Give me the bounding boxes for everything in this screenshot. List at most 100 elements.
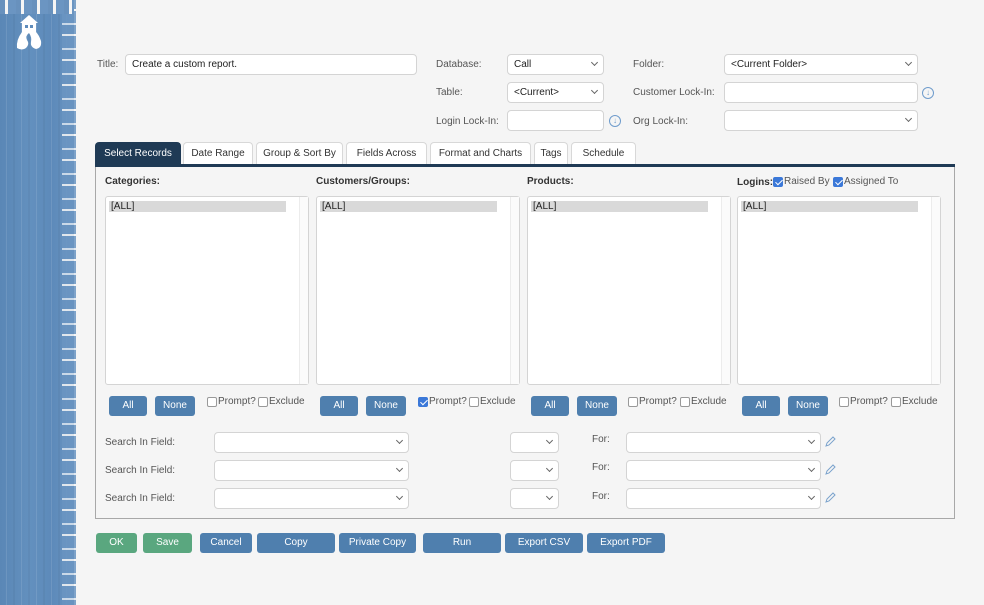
- categories-heading: Categories:: [105, 176, 161, 187]
- chevron-down-icon: [590, 58, 599, 67]
- tab-tags[interactable]: Tags: [534, 142, 568, 165]
- chevron-down-icon: [395, 492, 404, 501]
- logins-prompt-checkbox[interactable]: Prompt?: [839, 396, 888, 407]
- title-input[interactable]: Create a custom report.: [125, 54, 417, 75]
- pencil-icon[interactable]: [824, 492, 836, 504]
- scrollbar[interactable]: [931, 197, 940, 384]
- chevron-down-icon: [545, 464, 554, 473]
- prompt-label: Prompt?: [429, 396, 467, 407]
- checkbox-icon: [258, 396, 268, 407]
- chevron-down-icon: [545, 436, 554, 445]
- for-label: For:: [592, 434, 610, 445]
- pencil-icon[interactable]: [824, 464, 836, 476]
- tab-select-records[interactable]: Select Records: [95, 142, 181, 165]
- raised-by-label: Raised By: [784, 176, 830, 187]
- categories-prompt-checkbox[interactable]: Prompt?: [207, 396, 256, 407]
- checkbox-checked-icon: [773, 176, 783, 187]
- tab-schedule[interactable]: Schedule: [571, 142, 636, 165]
- categories-none-button[interactable]: None: [155, 396, 195, 416]
- login-lockin-label: Login Lock-In:: [436, 116, 499, 127]
- assigned-to-checkbox[interactable]: Assigned To: [833, 176, 898, 187]
- exclude-label: Exclude: [902, 396, 938, 407]
- products-listbox[interactable]: [ALL]: [527, 196, 731, 385]
- categories-listbox[interactable]: [ALL]: [105, 196, 309, 385]
- logins-exclude-checkbox[interactable]: Exclude: [891, 396, 938, 407]
- search-field-select[interactable]: [214, 460, 409, 481]
- tab-fields-across[interactable]: Fields Across: [346, 142, 427, 165]
- ok-button[interactable]: OK: [96, 533, 137, 553]
- customers-prompt-checkbox[interactable]: Prompt?: [418, 396, 467, 407]
- tab-group-sort-by[interactable]: Group & Sort By: [256, 142, 343, 165]
- download-circle-icon[interactable]: ↓: [609, 115, 621, 127]
- operator-select[interactable]: [510, 432, 559, 453]
- products-prompt-checkbox[interactable]: Prompt?: [628, 396, 677, 407]
- tab-date-range[interactable]: Date Range: [183, 142, 253, 165]
- run-button[interactable]: Run: [423, 533, 501, 553]
- checkbox-icon: [680, 396, 690, 407]
- operator-select[interactable]: [510, 460, 559, 481]
- save-button[interactable]: Save: [143, 533, 192, 553]
- copy-button[interactable]: Copy: [257, 533, 335, 553]
- export-csv-button[interactable]: Export CSV: [505, 533, 583, 553]
- cancel-button[interactable]: Cancel: [200, 533, 252, 553]
- customers-groups-listbox[interactable]: [ALL]: [316, 196, 520, 385]
- export-pdf-button[interactable]: Export PDF: [587, 533, 665, 553]
- chevron-down-icon: [395, 436, 404, 445]
- logins-all-button[interactable]: All: [742, 396, 780, 416]
- customers-none-button[interactable]: None: [366, 396, 406, 416]
- download-circle-icon[interactable]: ↓: [922, 87, 934, 99]
- database-select[interactable]: Call: [507, 54, 604, 75]
- chevron-down-icon: [807, 464, 816, 473]
- chevron-down-icon: [904, 114, 913, 123]
- exclude-label: Exclude: [480, 396, 516, 407]
- chevron-down-icon: [904, 58, 913, 67]
- chevron-down-icon: [807, 436, 816, 445]
- scrollbar[interactable]: [299, 197, 308, 384]
- for-select[interactable]: [626, 488, 821, 509]
- categories-all-button[interactable]: All: [109, 396, 147, 416]
- scrollbar[interactable]: [510, 197, 519, 384]
- products-none-button[interactable]: None: [577, 396, 617, 416]
- scrollbar[interactable]: [721, 197, 730, 384]
- tab-format-and-charts[interactable]: Format and Charts: [430, 142, 531, 165]
- private-copy-button[interactable]: Private Copy: [339, 533, 416, 553]
- login-lockin-input[interactable]: [507, 110, 604, 131]
- products-all-button[interactable]: All: [531, 396, 569, 416]
- logins-listbox[interactable]: [ALL]: [737, 196, 941, 385]
- folder-select[interactable]: <Current Folder>: [724, 54, 918, 75]
- search-field-label: Search In Field:: [105, 437, 176, 448]
- operator-select[interactable]: [510, 488, 559, 509]
- list-item[interactable]: [ALL]: [320, 201, 497, 212]
- customers-all-button[interactable]: All: [320, 396, 358, 416]
- exclude-label: Exclude: [691, 396, 727, 407]
- raised-by-checkbox[interactable]: Raised By: [773, 176, 830, 187]
- search-field-select[interactable]: [214, 488, 409, 509]
- list-item[interactable]: [ALL]: [531, 201, 708, 212]
- customer-lockin-input[interactable]: [724, 82, 918, 103]
- list-item[interactable]: [ALL]: [741, 201, 918, 212]
- checkbox-icon: [469, 396, 479, 407]
- for-select[interactable]: [626, 460, 821, 481]
- prompt-label: Prompt?: [218, 396, 256, 407]
- checkbox-icon: [839, 396, 849, 407]
- customer-lockin-label: Customer Lock-In:: [633, 87, 715, 98]
- folder-value: <Current Folder>: [731, 59, 808, 70]
- checkbox-icon: [628, 396, 638, 407]
- logins-heading: Logins:: [737, 177, 774, 188]
- table-label: Table:: [436, 87, 463, 98]
- categories-exclude-checkbox[interactable]: Exclude: [258, 396, 305, 407]
- for-label: For:: [592, 491, 610, 502]
- products-exclude-checkbox[interactable]: Exclude: [680, 396, 727, 407]
- customers-exclude-checkbox[interactable]: Exclude: [469, 396, 516, 407]
- pencil-icon[interactable]: [824, 436, 836, 448]
- org-lockin-select[interactable]: [724, 110, 918, 131]
- search-field-select[interactable]: [214, 432, 409, 453]
- customers-groups-heading: Customers/Groups:: [316, 176, 410, 187]
- for-select[interactable]: [626, 432, 821, 453]
- list-item[interactable]: [ALL]: [109, 201, 286, 212]
- brand-stripe-top: [0, 0, 74, 14]
- lighthouse-logo-icon[interactable]: [14, 14, 44, 52]
- table-value: <Current>: [514, 87, 560, 98]
- table-select[interactable]: <Current>: [507, 82, 604, 103]
- logins-none-button[interactable]: None: [788, 396, 828, 416]
